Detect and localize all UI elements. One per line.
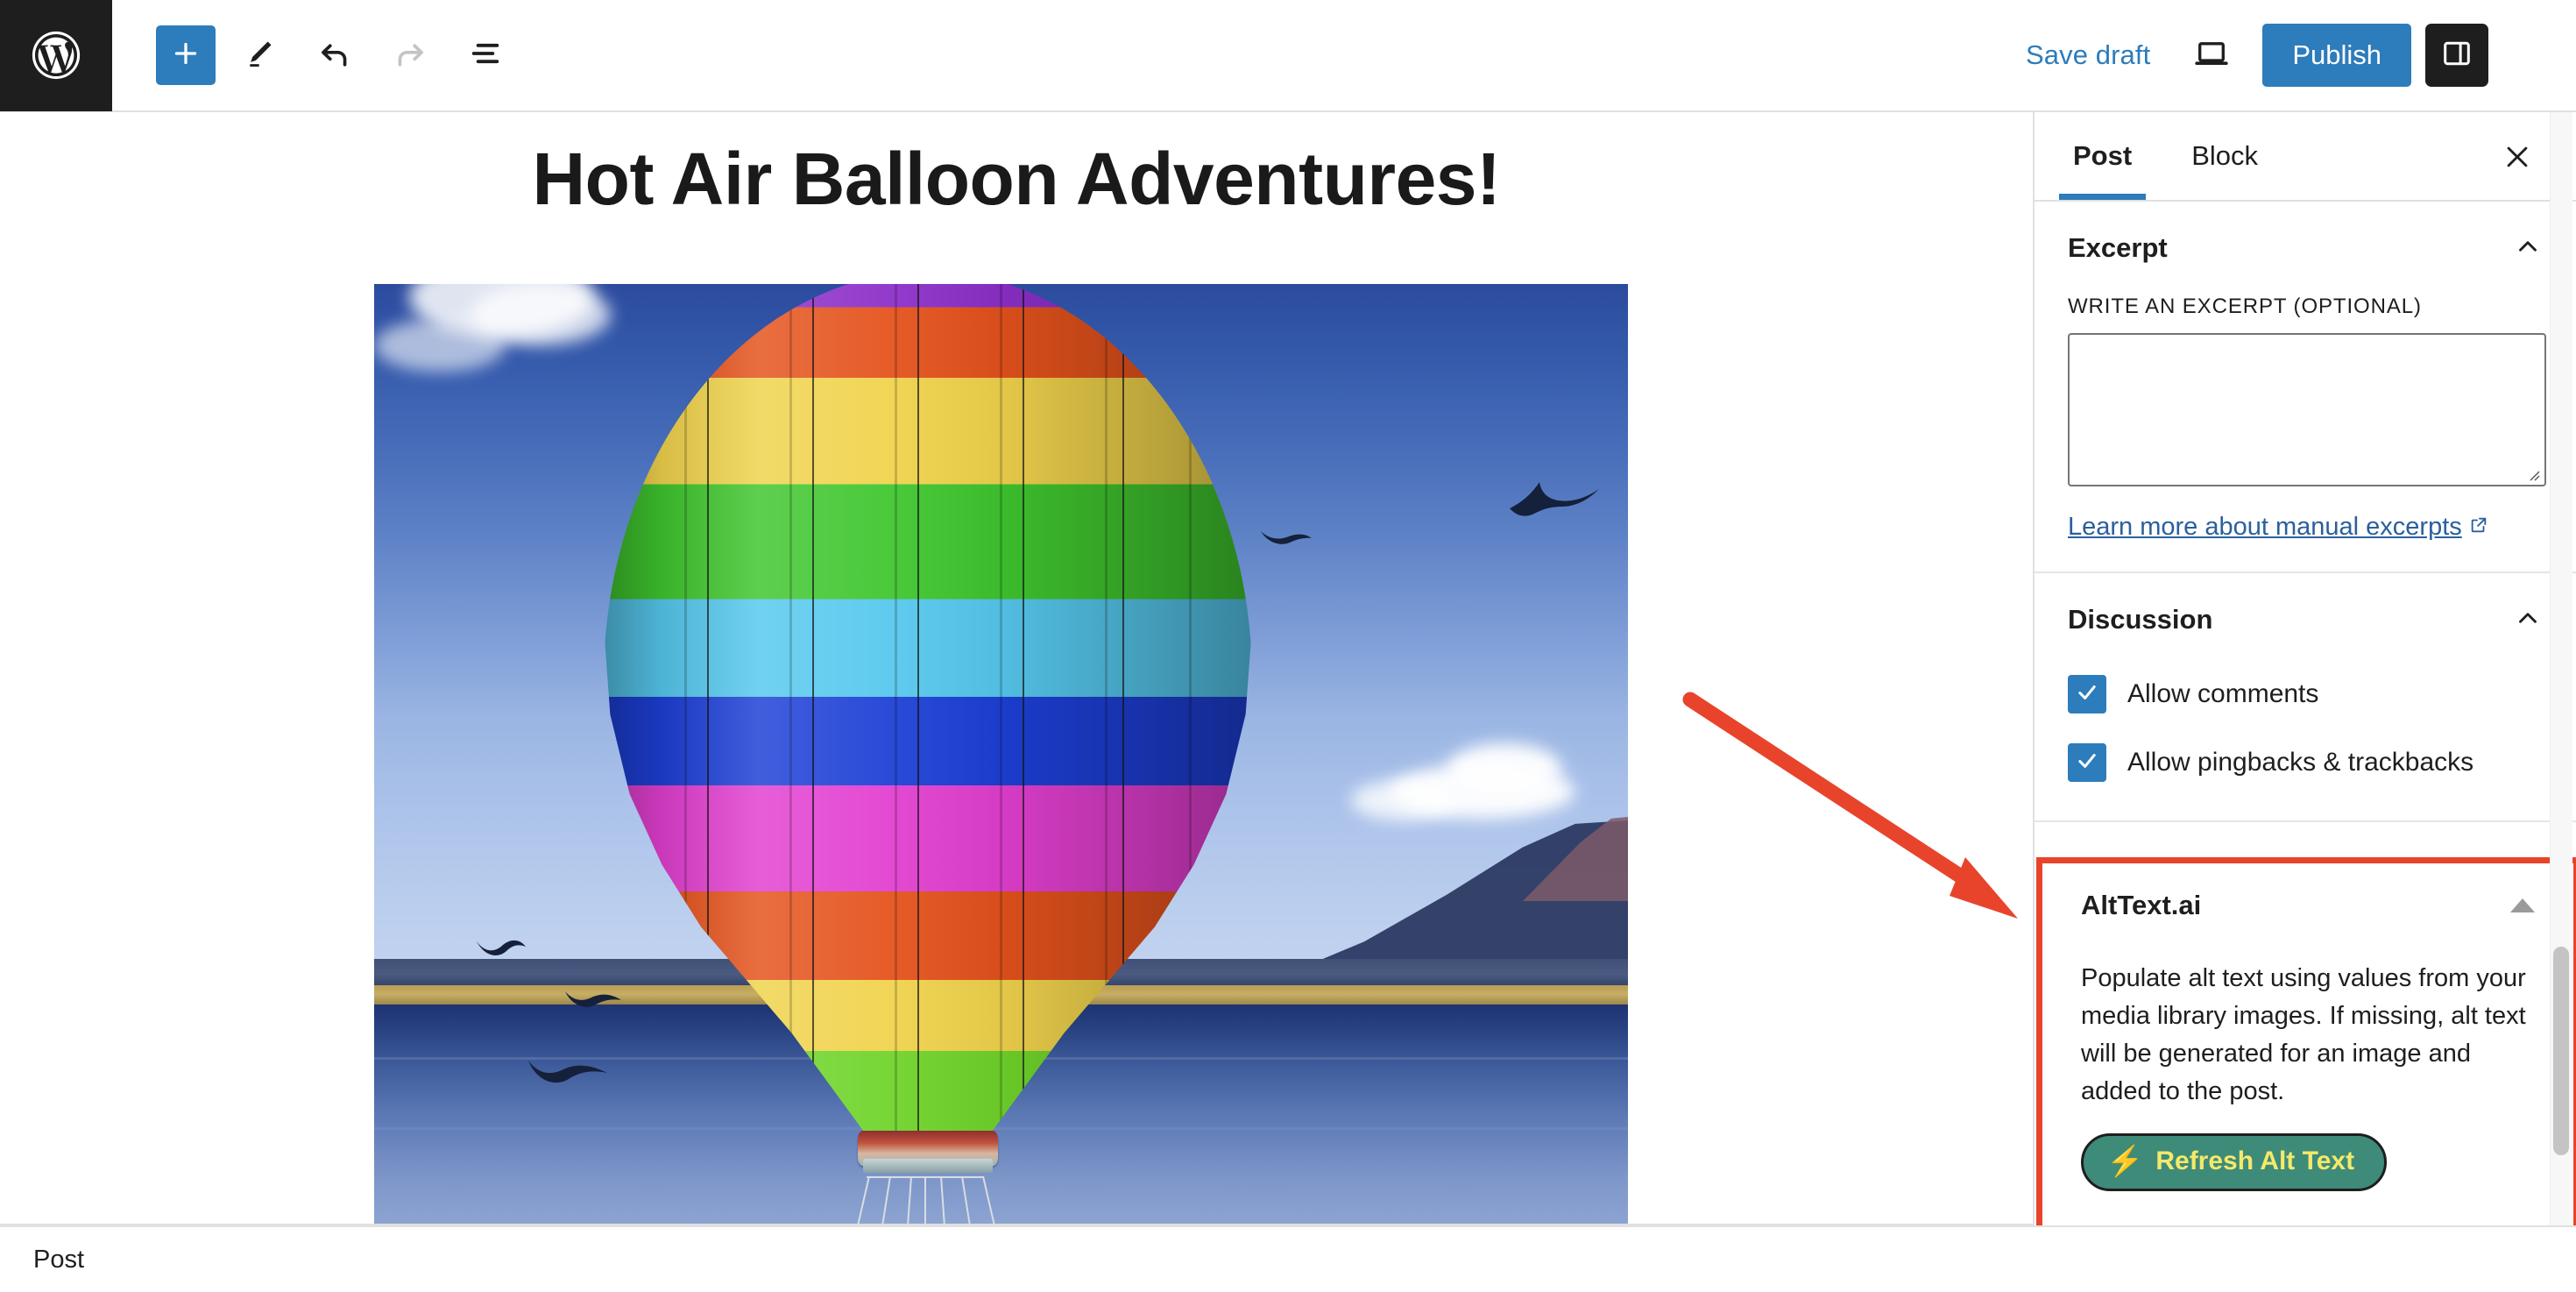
editor-header-toolbar: Save draft Publish <box>0 0 2576 112</box>
chevron-up-icon[interactable] <box>2513 231 2543 266</box>
allow-comments-label: Allow comments <box>2127 679 2319 708</box>
refresh-alt-text-label: Refresh Alt Text <box>2155 1146 2355 1175</box>
close-x-icon <box>2502 142 2532 176</box>
header-right-tool-group: Save draft Publish <box>2001 22 2576 89</box>
refresh-alt-text-button[interactable]: ⚡ Refresh Alt Text <box>2081 1132 2388 1191</box>
preview-button[interactable] <box>2178 22 2245 89</box>
panel-alttext-title: AltText.ai <box>2081 890 2202 920</box>
post-settings-sidebar: Post Block Excerpt WRITE AN EXCERPT (OPT… <box>2033 112 2576 1225</box>
save-draft-button[interactable]: Save draft <box>2001 39 2175 71</box>
tools-button[interactable] <box>228 24 291 87</box>
panel-discussion-title: Discussion <box>2068 604 2213 635</box>
breadcrumb[interactable]: Post <box>0 1246 84 1274</box>
undo-arrow-icon <box>316 35 353 76</box>
allow-pingbacks-row[interactable]: Allow pingbacks & trackbacks <box>2068 743 2543 782</box>
plus-icon <box>170 38 202 74</box>
wordpress-logo-button[interactable] <box>0 0 112 111</box>
undo-button[interactable] <box>303 24 366 87</box>
caret-up-icon[interactable] <box>2510 898 2535 912</box>
bird-silhouette <box>563 985 624 1008</box>
header-left-tool-group <box>112 24 517 87</box>
editor-footer-breadcrumb: Post <box>0 1225 2576 1292</box>
external-link-icon <box>2469 513 2488 542</box>
panel-alttext-ai: AltText.ai Populate alt text using value… <box>2036 857 2576 1225</box>
panel-alttext-header[interactable]: AltText.ai <box>2081 863 2535 948</box>
cloud-top-left-3 <box>374 319 506 372</box>
sidebar-panel-icon <box>2440 37 2473 75</box>
allow-comments-row[interactable]: Allow comments <box>2068 675 2543 713</box>
laptop-preview-icon <box>2193 35 2230 76</box>
checkmark-icon <box>2075 680 2099 709</box>
alttext-description: Populate alt text using values from your… <box>2081 964 2526 1105</box>
excerpt-field-label: WRITE AN EXCERPT (OPTIONAL) <box>2068 295 2422 318</box>
panel-excerpt-header[interactable]: Excerpt <box>2068 202 2543 295</box>
hot-air-balloon <box>604 284 1252 1225</box>
balloon-photo[interactable] <box>374 284 1628 1225</box>
balloon-suspension-lines <box>853 1175 999 1225</box>
panel-excerpt-title: Excerpt <box>2068 232 2168 263</box>
close-sidebar-button[interactable] <box>2495 137 2539 181</box>
document-overview-button[interactable] <box>454 24 517 87</box>
settings-toggle-button[interactable] <box>2425 24 2488 87</box>
bird-silhouette <box>473 933 554 968</box>
tab-post[interactable]: Post <box>2058 112 2147 200</box>
allow-pingbacks-checkbox[interactable] <box>2068 743 2106 782</box>
redo-arrow-icon <box>392 35 428 76</box>
wordpress-logo-icon <box>29 28 83 82</box>
tab-block[interactable]: Block <box>2184 112 2265 200</box>
excerpt-input[interactable] <box>2068 333 2546 486</box>
panel-discussion-header[interactable]: Discussion <box>2068 573 2543 666</box>
checkmark-icon <box>2075 749 2099 777</box>
panel-discussion: Discussion Allow comments Allow pingback… <box>2035 573 2576 822</box>
sidebar-tab-bar: Post Block <box>2035 112 2576 202</box>
balloon-envelope <box>604 284 1252 1157</box>
balloon-shading <box>604 284 1252 1157</box>
allow-pingbacks-label: Allow pingbacks & trackbacks <box>2127 748 2474 777</box>
editor-canvas[interactable]: Hot Air Balloon Adventures! <box>0 112 2033 1225</box>
cloud-right-3 <box>1351 780 1456 820</box>
chevron-up-icon[interactable] <box>2513 603 2543 637</box>
allow-comments-checkbox[interactable] <box>2068 675 2106 713</box>
bird-silhouette <box>525 1055 611 1087</box>
publish-button[interactable]: Publish <box>2262 24 2411 87</box>
bird-silhouette <box>1259 526 1313 545</box>
list-view-icon <box>468 36 503 75</box>
pencil-icon <box>242 36 277 75</box>
bird-silhouette <box>1506 479 1603 521</box>
panel-excerpt: Excerpt WRITE AN EXCERPT (OPTIONAL) Lear… <box>2035 202 2576 573</box>
more-options-button[interactable] <box>2497 22 2550 89</box>
wordpress-editor-window: Save draft Publish Hot Air Balloon Adven… <box>0 0 2576 1292</box>
excerpt-learn-more-link[interactable]: Learn more about manual excerpts <box>2068 513 2488 542</box>
excerpt-learn-more-label: Learn more about manual excerpts <box>2068 513 2462 541</box>
add-block-button[interactable] <box>156 25 216 85</box>
cloud-right-2 <box>1447 743 1561 794</box>
sidebar-scrollbar-thumb[interactable] <box>2553 947 2569 1155</box>
lightning-bolt-icon: ⚡ <box>2106 1144 2144 1178</box>
balloon-skirt-lower <box>863 1159 993 1173</box>
balloon-photo-image <box>374 284 1628 1225</box>
panel-discussion-body: Allow comments Allow pingbacks & trackba… <box>2068 675 2543 820</box>
post-title[interactable]: Hot Air Balloon Adventures! <box>0 137 2033 222</box>
panel-excerpt-body: WRITE AN EXCERPT (OPTIONAL) Learn more a… <box>2068 295 2546 571</box>
redo-button[interactable] <box>379 24 442 87</box>
